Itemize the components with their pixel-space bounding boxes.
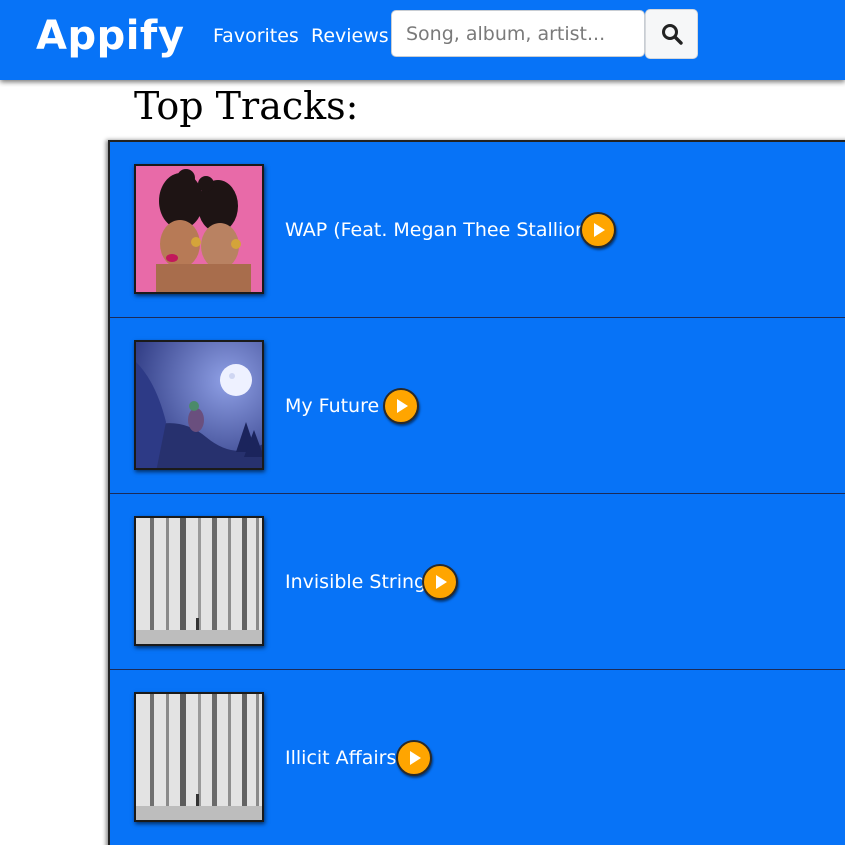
track-title[interactable]: Illicit Affairs: [285, 746, 396, 770]
nav-link-favorites[interactable]: Favorites: [213, 24, 299, 48]
search-button[interactable]: [645, 9, 698, 59]
track-row: My Future: [110, 318, 845, 494]
brand-logo[interactable]: Appify: [36, 12, 184, 60]
play-button[interactable]: [580, 212, 616, 248]
page-title: Top Tracks:: [134, 84, 359, 128]
nav-link-reviews[interactable]: Reviews: [311, 24, 389, 48]
album-cover[interactable]: [134, 516, 264, 646]
search-input[interactable]: [391, 10, 645, 57]
track-title[interactable]: My Future: [285, 394, 379, 418]
play-button[interactable]: [422, 564, 458, 600]
track-row: Illicit Affairs: [110, 670, 845, 845]
navbar: Appify Favorites Reviews: [0, 0, 845, 80]
track-row: Invisible String: [110, 494, 845, 670]
play-icon: [594, 223, 605, 237]
search-icon: [661, 24, 683, 45]
play-button[interactable]: [383, 388, 419, 424]
play-button[interactable]: [396, 740, 432, 776]
play-icon: [397, 399, 408, 413]
track-title[interactable]: Invisible String: [285, 570, 426, 594]
track-list: WAP (Feat. Megan Thee Stallion) My Futur…: [108, 140, 845, 845]
album-cover[interactable]: [134, 692, 264, 822]
album-cover[interactable]: [134, 164, 264, 294]
track-row: WAP (Feat. Megan Thee Stallion): [110, 142, 845, 318]
album-cover[interactable]: [134, 340, 264, 470]
play-icon: [436, 575, 447, 589]
track-title[interactable]: WAP (Feat. Megan Thee Stallion): [285, 218, 594, 242]
play-icon: [410, 751, 421, 765]
